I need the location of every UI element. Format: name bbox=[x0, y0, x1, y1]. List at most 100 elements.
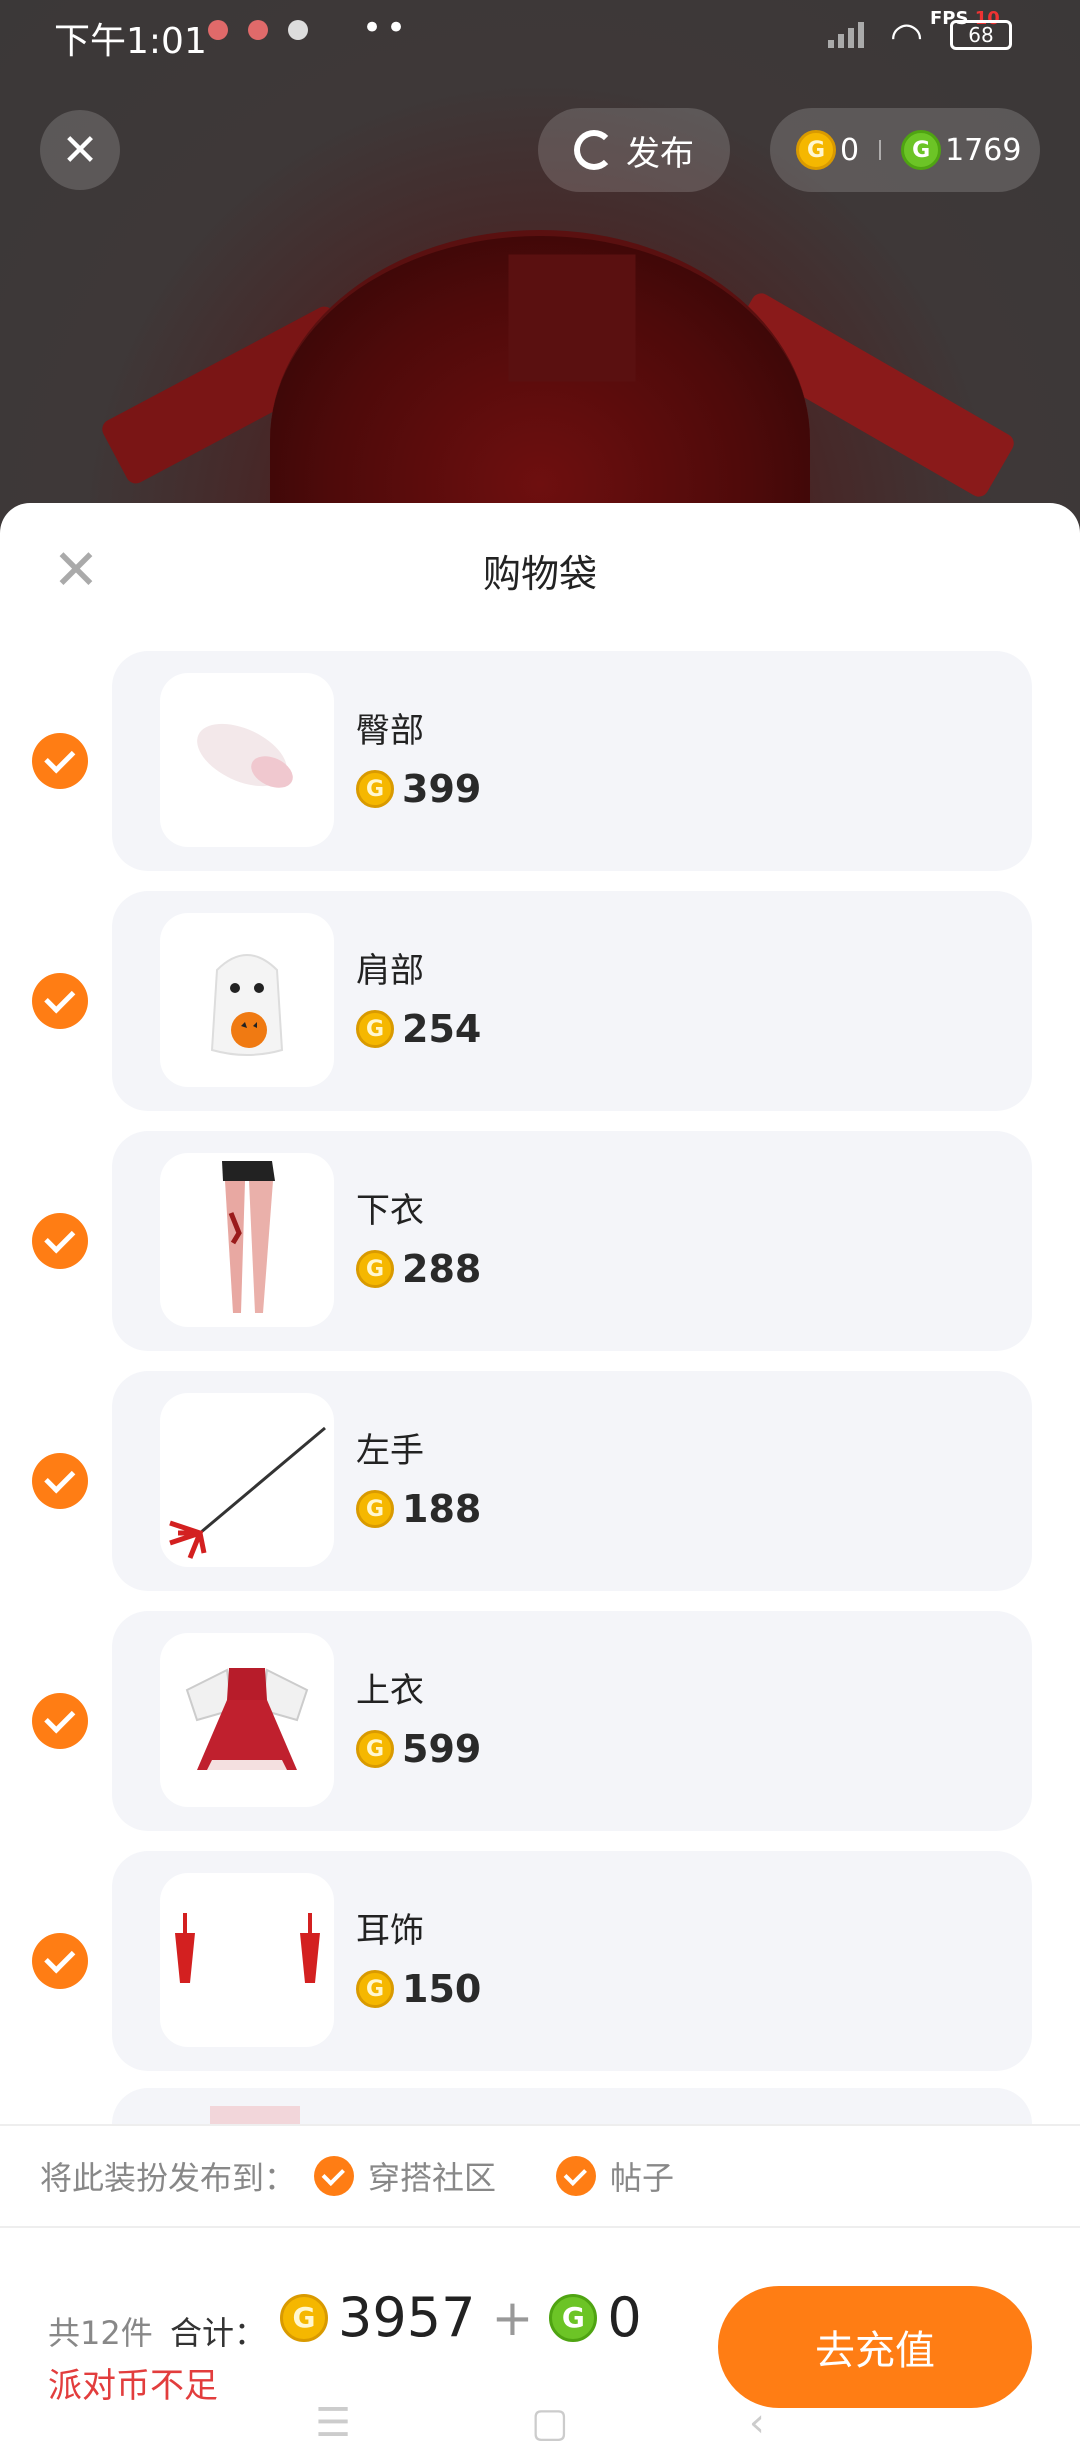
item-thumbnail bbox=[160, 913, 334, 1087]
item-thumbnail bbox=[160, 1873, 334, 2047]
back-nav-icon[interactable]: ‹ bbox=[749, 2400, 765, 2460]
item-checkbox[interactable] bbox=[32, 733, 88, 789]
gold-coin-icon: G bbox=[280, 2293, 328, 2342]
total-label: 合计： bbox=[170, 2314, 267, 2352]
notification-icon bbox=[288, 20, 308, 40]
green-coin-icon: G bbox=[549, 2293, 598, 2342]
publish-icon bbox=[574, 130, 614, 170]
publish-option-post[interactable]: 帖子 bbox=[556, 2153, 674, 2199]
total-amount: G 3957 + G 0 bbox=[280, 2286, 642, 2349]
item-card[interactable]: 上衣 G 599 bbox=[112, 1611, 1032, 1831]
list-item[interactable]: 上衣 G 599 bbox=[0, 1611, 1080, 1831]
price-value: 399 bbox=[402, 767, 482, 811]
item-card[interactable]: 耳饰 G 150 bbox=[112, 1851, 1032, 2071]
item-checkbox[interactable] bbox=[32, 973, 88, 1029]
close-button[interactable]: ✕ bbox=[40, 110, 120, 190]
legs-icon bbox=[222, 1161, 275, 1313]
avatar-preview bbox=[0, 0, 1080, 540]
item-checkbox[interactable] bbox=[32, 1693, 88, 1749]
item-thumbnail bbox=[160, 1393, 334, 1567]
earrings-icon bbox=[175, 1913, 320, 1983]
item-price: G 188 bbox=[356, 1487, 481, 1531]
publish-button[interactable]: 发布 bbox=[538, 108, 730, 192]
item-price: G 254 bbox=[356, 1007, 481, 1051]
list-item[interactable]: 耳饰 G 150 bbox=[0, 1851, 1080, 2071]
gold-coin-balance: 0 bbox=[840, 132, 860, 168]
recharge-button[interactable]: 去充值 bbox=[718, 2286, 1032, 2408]
gold-coin-icon: G bbox=[356, 1730, 394, 1768]
close-icon: ✕ bbox=[61, 124, 99, 176]
item-card[interactable]: 左手 G 188 bbox=[112, 1371, 1032, 1591]
dress-icon bbox=[185, 1668, 309, 1770]
option-label: 穿搭社区 bbox=[368, 2159, 497, 2197]
checkbox-checked-icon[interactable] bbox=[314, 2156, 355, 2196]
home-nav-icon[interactable]: ▢ bbox=[531, 2400, 569, 2460]
item-card[interactable]: 臀部 G 399 bbox=[112, 651, 1032, 871]
gold-coin-icon: G bbox=[356, 1250, 394, 1288]
green-coin-balance: 1769 bbox=[945, 132, 1022, 168]
sheet-title: 购物袋 bbox=[482, 552, 597, 596]
option-label: 帖子 bbox=[610, 2159, 675, 2197]
item-name: 肩部 bbox=[356, 951, 424, 991]
item-thumbnail-partial bbox=[210, 2106, 300, 2124]
coin-balance[interactable]: G 0 G 1769 bbox=[770, 108, 1040, 192]
notification-icons bbox=[208, 20, 308, 40]
battery-icon: 68 bbox=[950, 20, 1012, 50]
item-name: 上衣 bbox=[356, 1671, 424, 1711]
status-bar: 下午1:01 •• ◠ FPS 10 68 bbox=[0, 0, 1080, 70]
signal-icon bbox=[828, 22, 864, 48]
item-thumbnail bbox=[160, 673, 334, 847]
price-value: 150 bbox=[402, 1967, 482, 2011]
item-thumbnail bbox=[160, 1153, 334, 1327]
item-name: 左手 bbox=[356, 1431, 424, 1471]
checkbox-checked-icon[interactable] bbox=[556, 2156, 597, 2196]
more-notifications-icon: •• bbox=[362, 8, 411, 48]
gold-coin-icon: G bbox=[356, 1010, 394, 1048]
wifi-icon: ◠ bbox=[890, 14, 924, 58]
publish-label: 发布 bbox=[626, 133, 694, 174]
item-card[interactable]: 肩部 G 254 bbox=[112, 891, 1032, 1111]
gold-coin-icon: G bbox=[796, 130, 836, 170]
trident-icon bbox=[169, 1426, 326, 1559]
status-time: 下午1:01 bbox=[54, 21, 207, 62]
item-card[interactable]: 下衣 G 288 bbox=[112, 1131, 1032, 1351]
publish-option-community[interactable]: 穿搭社区 bbox=[314, 2153, 496, 2199]
item-checkbox[interactable] bbox=[32, 1213, 88, 1269]
gold-coin-icon: G bbox=[356, 770, 394, 808]
item-price: G 399 bbox=[356, 767, 481, 811]
gold-total: 3957 bbox=[338, 2286, 476, 2349]
item-checkbox[interactable] bbox=[32, 1933, 88, 1989]
tail-icon bbox=[197, 723, 293, 788]
notification-icon bbox=[208, 20, 228, 40]
green-total: 0 bbox=[607, 2286, 642, 2349]
item-name: 下衣 bbox=[356, 1191, 424, 1231]
publish-to-bar: 将此装扮发布到： 穿搭社区 帖子 bbox=[0, 2124, 1080, 2228]
notification-icon bbox=[248, 20, 268, 40]
item-price: G 288 bbox=[356, 1247, 481, 1291]
item-checkbox[interactable] bbox=[32, 1453, 88, 1509]
item-price: G 599 bbox=[356, 1727, 481, 1771]
list-item[interactable]: 左手 G 188 bbox=[0, 1371, 1080, 1591]
item-price: G 150 bbox=[356, 1967, 481, 2011]
price-value: 254 bbox=[402, 1007, 482, 1051]
item-thumbnail bbox=[160, 1633, 334, 1807]
divider bbox=[879, 140, 882, 160]
publish-to-label: 将此装扮发布到： bbox=[40, 2159, 297, 2197]
item-name: 耳饰 bbox=[356, 1911, 424, 1951]
gold-coin-icon: G bbox=[356, 1490, 394, 1528]
system-navbar: ☰ ▢ ‹ bbox=[0, 2400, 1080, 2460]
item-count: 共12件 bbox=[48, 2314, 153, 2352]
plus-sign: + bbox=[491, 2288, 534, 2347]
menu-nav-icon[interactable]: ☰ bbox=[315, 2400, 351, 2460]
avatar-hair bbox=[270, 230, 810, 540]
price-value: 599 bbox=[402, 1727, 482, 1771]
list-item[interactable]: 下衣 G 288 bbox=[0, 1131, 1080, 1351]
price-value: 288 bbox=[402, 1247, 482, 1291]
price-value: 188 bbox=[402, 1487, 482, 1531]
green-coin-icon: G bbox=[901, 130, 942, 170]
list-item[interactable]: 臀部 G 399 bbox=[0, 651, 1080, 871]
list-item[interactable]: 肩部 G 254 bbox=[0, 891, 1080, 1111]
ghost-icon bbox=[210, 954, 284, 1056]
gold-coin-icon: G bbox=[356, 1970, 394, 2008]
item-name: 臀部 bbox=[356, 711, 424, 751]
